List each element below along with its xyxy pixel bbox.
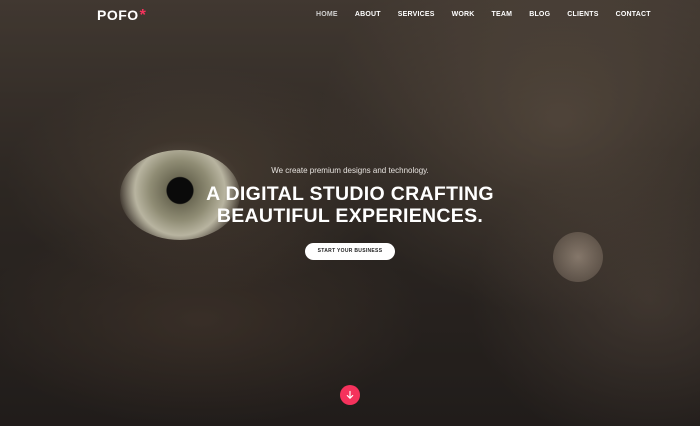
- headline-line-1: A DIGITAL STUDIO CRAFTING: [206, 183, 494, 205]
- hero-content: We create premium designs and technology…: [0, 0, 700, 426]
- headline-line-2: BEAUTIFUL EXPERIENCES.: [216, 205, 484, 227]
- start-your-business-button[interactable]: START YOUR BUSINESS: [305, 243, 395, 260]
- arrow-down-icon: [346, 390, 354, 399]
- hero-headline: A DIGITAL STUDIO CRAFTING BEAUTIFUL EXPE…: [0, 183, 700, 227]
- hero-tagline: We create premium designs and technology…: [271, 166, 429, 175]
- scroll-down-button[interactable]: [340, 385, 360, 405]
